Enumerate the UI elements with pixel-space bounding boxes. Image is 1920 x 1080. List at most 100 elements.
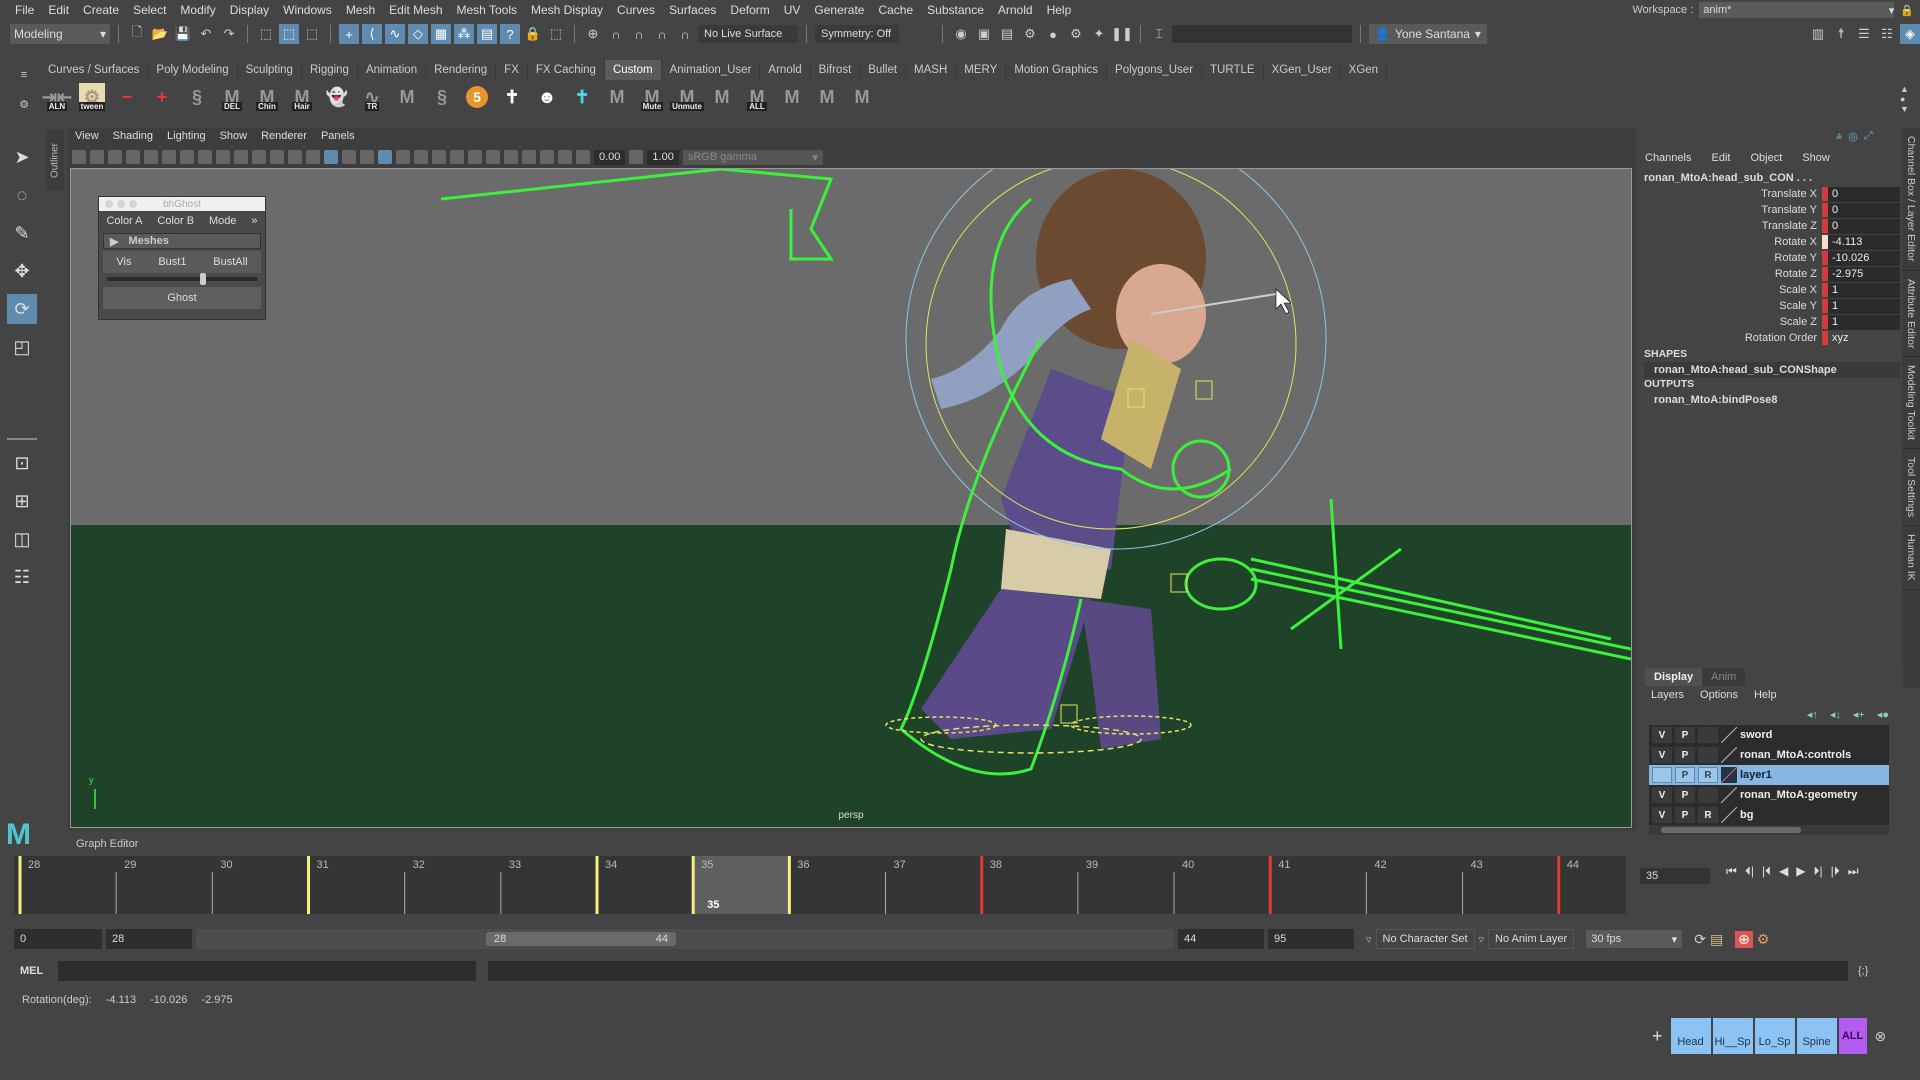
safe-action-icon[interactable] xyxy=(270,150,284,164)
single-view-icon[interactable]: ⊡ xyxy=(7,448,37,478)
depth-of-field-icon[interactable] xyxy=(486,150,500,164)
close-window-icon[interactable] xyxy=(105,200,113,208)
select-all-button[interactable]: ALL xyxy=(1838,1018,1867,1054)
shelf-menu-icon[interactable]: ≡ xyxy=(21,69,27,81)
channel-box-toggle-icon[interactable]: ⩓ xyxy=(1836,130,1842,143)
menu-mesh-tools[interactable]: Mesh Tools xyxy=(450,3,524,17)
keyframe-marker[interactable] xyxy=(1268,856,1272,914)
mel-hair-shelf-button[interactable]: M Hair xyxy=(289,83,315,111)
select-spine-button[interactable]: Spine xyxy=(1796,1018,1837,1054)
mel-shelf-button[interactable]: M xyxy=(849,83,875,111)
isolate-select-icon[interactable] xyxy=(504,150,518,164)
viewport-menu-view[interactable]: View xyxy=(68,130,106,146)
select-hierarchy-icon[interactable]: ⬚ xyxy=(256,24,276,44)
shelf-tab-xgen-user[interactable]: XGen_User xyxy=(1264,60,1341,80)
ghost-slider[interactable] xyxy=(107,273,257,285)
display-type-toggle[interactable]: R xyxy=(1698,767,1718,783)
shelf-tab-turtle[interactable]: TURTLE xyxy=(1202,60,1264,80)
channel-row-scale-y[interactable]: Scale Y 1 xyxy=(1644,298,1900,314)
rotate-tool-icon[interactable]: ⟳ xyxy=(7,294,37,324)
textured-icon[interactable] xyxy=(378,150,392,164)
snap-view-plane-icon[interactable]: ∩ xyxy=(652,24,672,44)
keyframe-marker[interactable] xyxy=(595,856,599,914)
channel-row-translate-z[interactable]: Translate Z 0 xyxy=(1644,218,1900,234)
display-type-toggle[interactable] xyxy=(1698,727,1718,743)
layer-tab-anim[interactable]: Anim xyxy=(1702,668,1746,686)
attribute-toggle-icon[interactable]: ⤢ xyxy=(1864,130,1873,143)
step-forward-frame-icon[interactable]: |⏵ xyxy=(1831,864,1840,879)
side-tab-attribute-editor[interactable]: Attribute Editor xyxy=(1902,271,1920,357)
channel-value-field[interactable]: -10.026 xyxy=(1828,250,1900,266)
shelf-tab-polygons-user[interactable]: Polygons_User xyxy=(1107,60,1203,80)
visibility-toggle[interactable]: V xyxy=(1652,747,1672,763)
side-tab-modeling-toolkit[interactable]: Modeling Toolkit xyxy=(1902,357,1920,450)
channel-value-field[interactable]: 0 xyxy=(1828,202,1900,218)
visibility-toggle[interactable]: V xyxy=(1652,807,1672,823)
playback-toggle[interactable]: P xyxy=(1675,807,1695,823)
render-setup-icon[interactable]: ⚙ xyxy=(1066,24,1086,44)
shelf-tab-mery[interactable]: MERY xyxy=(956,60,1007,80)
grease-pencil-icon[interactable] xyxy=(162,150,176,164)
time-slider[interactable]: 28 29 30 31 32 33 34 35 36 37 38 39 40 41 42 43 44 35 xyxy=(14,856,1626,914)
input-line-icon[interactable]: ⌶ xyxy=(1149,24,1169,44)
select-deformer-icon[interactable]: ▦ xyxy=(431,24,451,44)
ghost-shelf-button[interactable]: 👻 xyxy=(324,83,350,111)
grid-icon[interactable] xyxy=(180,150,194,164)
keyframe-marker[interactable] xyxy=(18,856,22,914)
anim-preferences-icon[interactable]: ⚙ xyxy=(1757,931,1770,948)
channel-row-scale-z[interactable]: Scale Z 1 xyxy=(1644,314,1900,330)
select-object-icon[interactable]: ⬚ xyxy=(279,24,299,44)
shelf-tab-sculpting[interactable]: Sculpting xyxy=(238,60,302,80)
menu-windows[interactable]: Windows xyxy=(276,3,339,17)
wireframe-on-shaded-icon[interactable] xyxy=(360,150,374,164)
animation-end-field[interactable]: 95 xyxy=(1268,929,1354,949)
mel-shelf-button[interactable]: M xyxy=(604,83,630,111)
color-space-dropdown[interactable]: sRGB gamma ▾ xyxy=(682,149,823,165)
current-frame-field[interactable]: 35 xyxy=(1640,868,1710,884)
menu-deform[interactable]: Deform xyxy=(723,3,776,17)
menu-mesh[interactable]: Mesh xyxy=(339,3,382,17)
highlight-selection-icon[interactable]: ⬚ xyxy=(546,24,566,44)
smooth-shade-icon[interactable] xyxy=(324,150,338,164)
pause-render-icon[interactable]: ❚❚ xyxy=(1111,24,1133,44)
select-curve-icon[interactable]: ∿ xyxy=(385,24,405,44)
outliner-tab[interactable]: Outliner xyxy=(46,130,64,190)
viewport-menu-renderer[interactable]: Renderer xyxy=(254,130,314,146)
channel-row-rotate-z[interactable]: Rotate Z -2.975 xyxy=(1644,266,1900,282)
gamma-field[interactable]: 1.00 xyxy=(647,149,679,165)
viewport-menu-panels[interactable]: Panels xyxy=(314,130,362,146)
layer-menu-options[interactable]: Options xyxy=(1700,689,1738,701)
minimize-window-icon[interactable] xyxy=(117,200,125,208)
face-shelf-button[interactable]: ☻ xyxy=(534,83,560,111)
render-settings-icon[interactable]: ⚙ xyxy=(1020,24,1040,44)
playback-toggle[interactable]: P xyxy=(1675,727,1695,743)
field-chart-icon[interactable] xyxy=(252,150,266,164)
playback-toggle[interactable]: P xyxy=(1675,747,1695,763)
use-all-lights-icon[interactable] xyxy=(396,150,410,164)
layer-color-swatch[interactable] xyxy=(1721,767,1737,783)
tr-shelf-button[interactable]: ∿ TR xyxy=(359,83,385,111)
visibility-toggle[interactable]: V xyxy=(1652,787,1672,803)
playback-toggle[interactable]: P xyxy=(1675,787,1695,803)
step-forward-key-icon[interactable]: ⏵| xyxy=(1814,864,1823,879)
shelf-tab-bullet[interactable]: Bullet xyxy=(860,60,907,80)
play-forwards-icon[interactable]: ▶ xyxy=(1796,864,1805,879)
menu-set-dropdown[interactable]: Modeling ▾ xyxy=(10,24,110,44)
channel-box-menu-edit[interactable]: Edit xyxy=(1711,152,1730,164)
film-gate-icon[interactable] xyxy=(198,150,212,164)
menu-file[interactable]: File xyxy=(8,3,41,17)
layer-tab-display[interactable]: Display xyxy=(1645,668,1703,686)
anti-aliasing-icon[interactable] xyxy=(468,150,482,164)
image-plane-icon[interactable] xyxy=(126,150,140,164)
live-surface-field[interactable]: No Live Surface xyxy=(698,25,798,43)
tool-settings-icon[interactable]: ☷ xyxy=(1877,24,1897,44)
go-to-end-icon[interactable]: ⏭ xyxy=(1848,864,1859,879)
vis-button[interactable]: Vis xyxy=(116,256,131,268)
mel-label[interactable]: MEL xyxy=(20,965,52,977)
keyframe-marker[interactable] xyxy=(307,856,311,914)
plus-shelf-button[interactable]: + xyxy=(149,83,175,111)
select-handle-icon[interactable]: + xyxy=(339,24,359,44)
light-editor-icon[interactable]: ✦ xyxy=(1089,24,1109,44)
shelf-tab-fx-caching[interactable]: FX Caching xyxy=(528,60,605,80)
channel-row-rotate-x[interactable]: Rotate X -4.113 xyxy=(1644,234,1900,250)
